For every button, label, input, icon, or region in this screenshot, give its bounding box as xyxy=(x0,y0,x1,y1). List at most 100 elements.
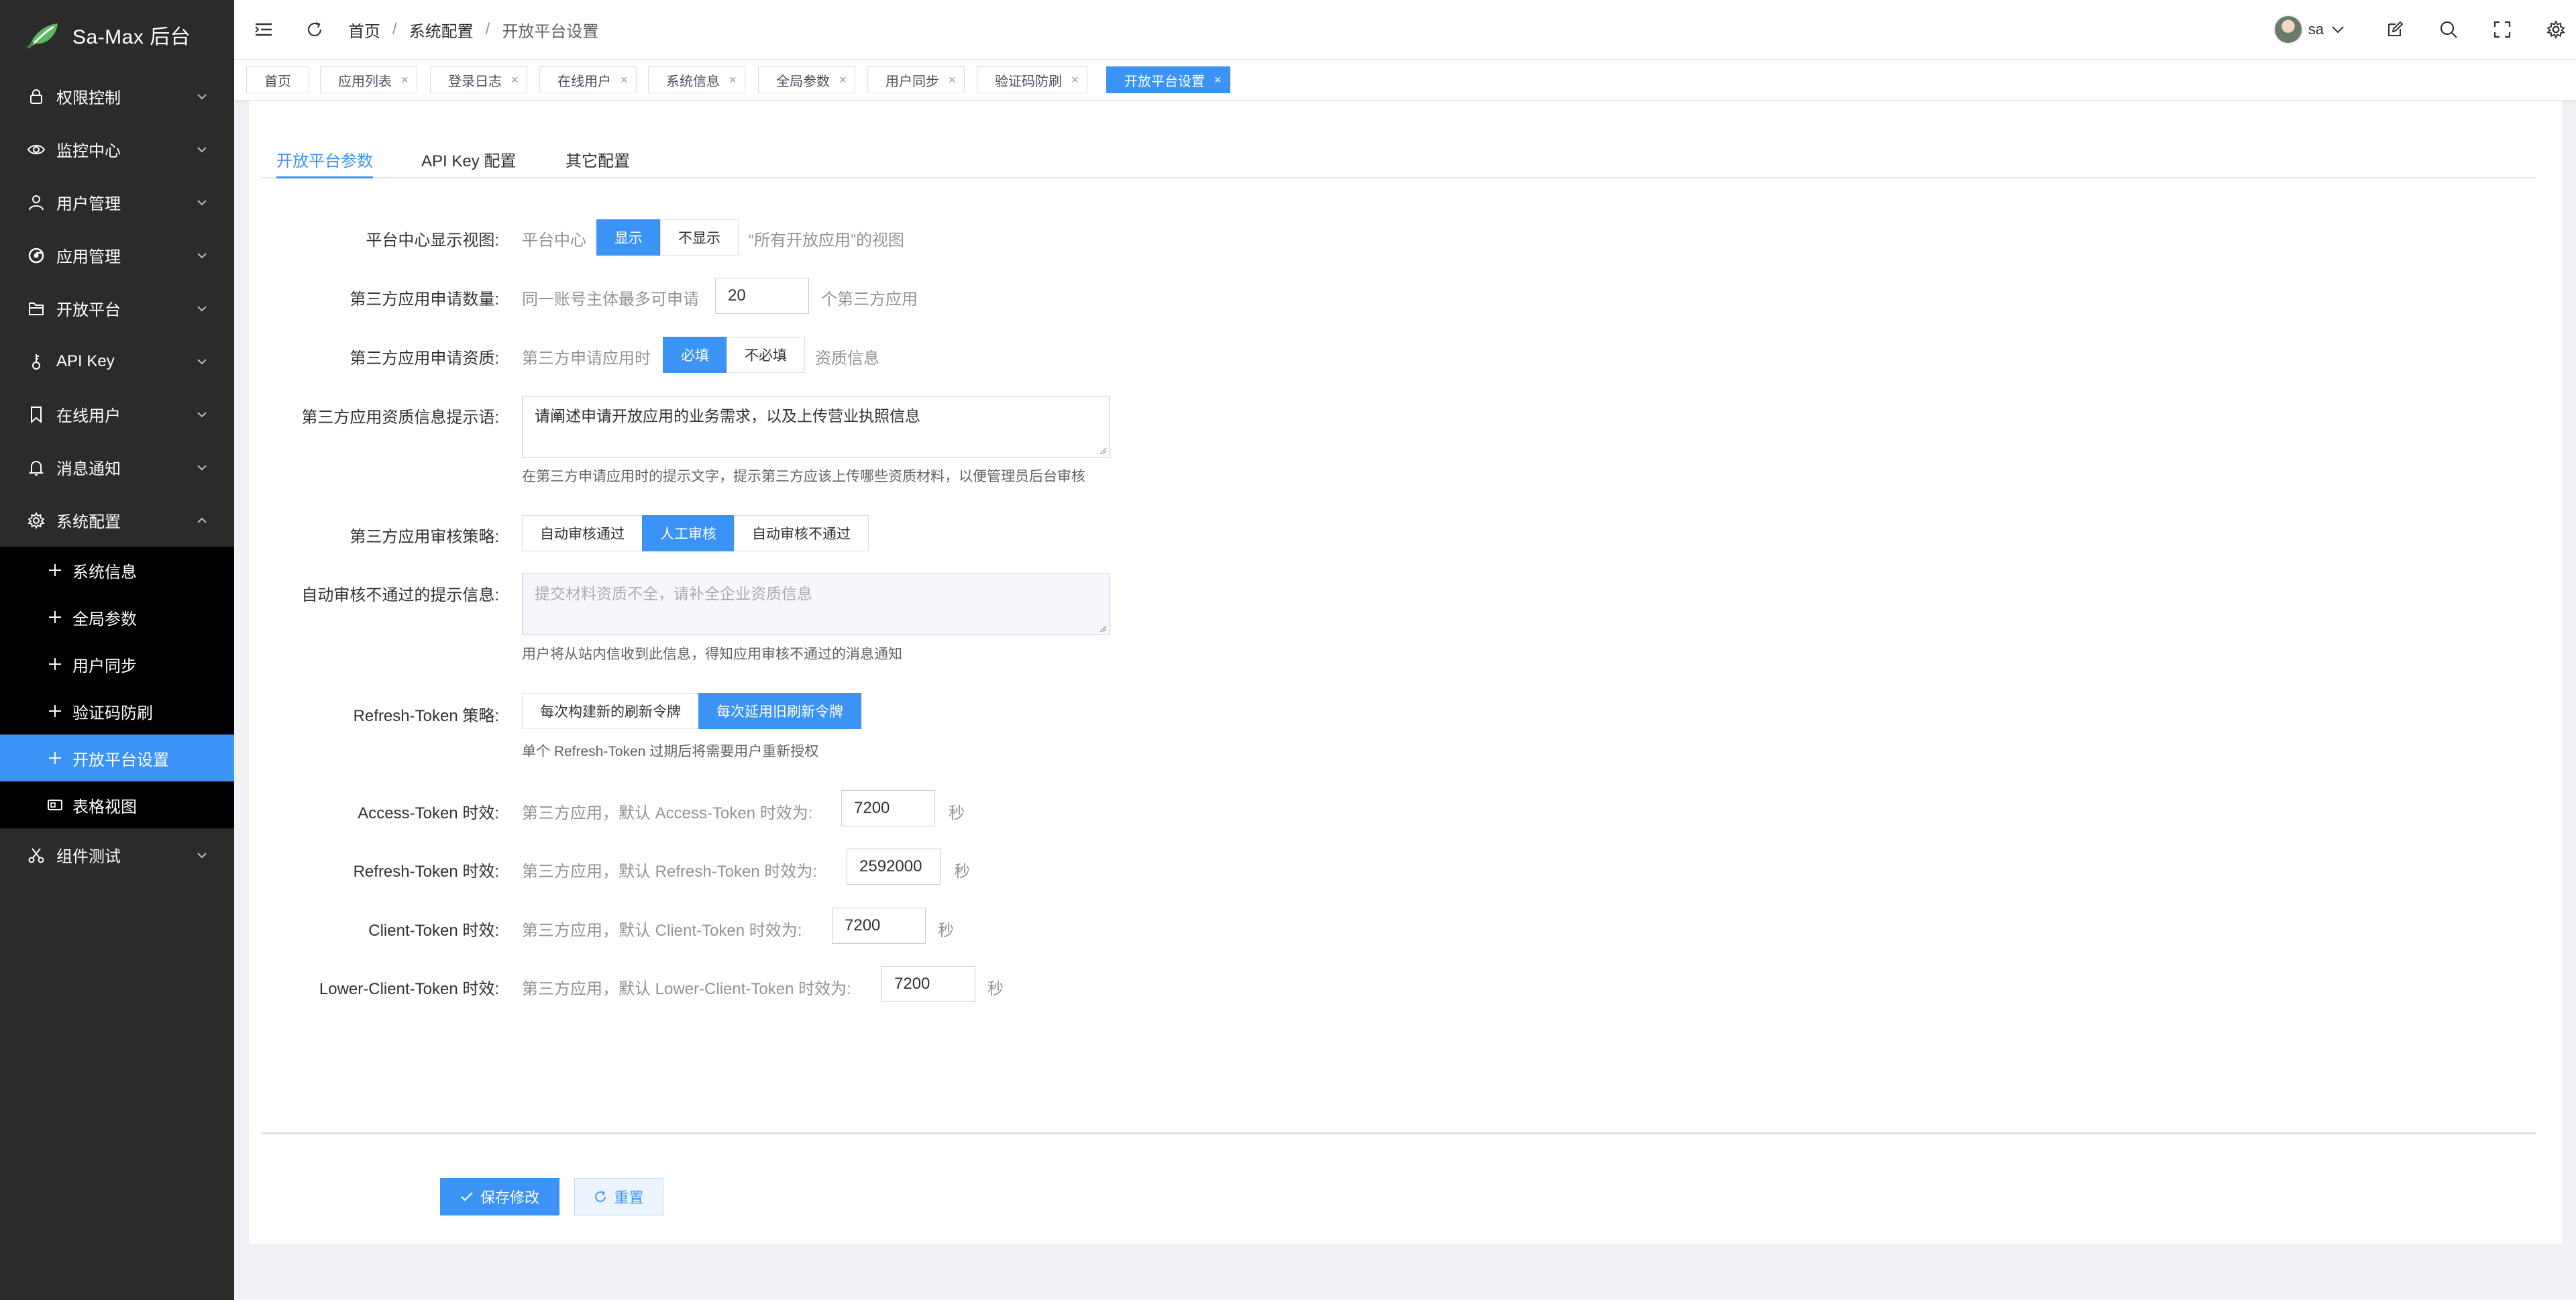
tag-home[interactable]: 首页 xyxy=(246,66,309,93)
menu-fold-icon[interactable] xyxy=(254,20,273,39)
close-icon[interactable]: × xyxy=(729,73,737,87)
sidebar-item-label: 消息通知 xyxy=(56,460,121,478)
apply-count-input[interactable]: 20 xyxy=(715,278,809,314)
tag-global-params[interactable]: 全局参数 × xyxy=(758,66,855,93)
close-icon[interactable]: × xyxy=(401,73,409,87)
access-ttl-prefix: 第三方应用，默认 Access-Token 时效为: xyxy=(522,804,813,822)
refresh-icon xyxy=(594,1190,607,1203)
close-icon[interactable]: × xyxy=(949,73,956,87)
folder-icon xyxy=(27,299,46,318)
chevron-down-icon xyxy=(197,199,207,205)
chevron-down-icon xyxy=(197,93,207,99)
reject-msg-label: 自动审核不通过的提示信息: xyxy=(301,586,499,604)
reset-button[interactable]: 重置 xyxy=(574,1178,663,1215)
reject-msg-textarea[interactable]: 提交材料资质不全，请补全企业资质信息 xyxy=(522,574,1110,635)
sidebar-subitem-open-platform-settings[interactable]: 开放平台设置 xyxy=(0,735,234,781)
sidebar-item-users[interactable]: 用户管理 xyxy=(0,176,234,229)
qualification-label: 第三方应用申请资质: xyxy=(350,349,499,368)
audit-option-auto-pass[interactable]: 自动审核通过 xyxy=(522,515,643,551)
qualification-option-required[interactable]: 必填 xyxy=(663,337,727,373)
view-option-hide[interactable]: 不显示 xyxy=(660,219,739,256)
tag-app-list[interactable]: 应用列表 × xyxy=(320,66,417,93)
qualification-toggle: 必填 不必填 xyxy=(663,337,805,373)
close-icon[interactable]: × xyxy=(839,73,847,87)
plus-icon xyxy=(47,703,63,719)
tag-system-info[interactable]: 系统信息 × xyxy=(648,66,745,93)
save-button[interactable]: 保存修改 xyxy=(440,1178,559,1215)
bookmark-icon xyxy=(27,405,46,424)
avatar xyxy=(2273,15,2303,44)
refresh-ttl-label: Refresh-Token 时效: xyxy=(353,863,499,881)
audit-option-auto-reject[interactable]: 自动审核不通过 xyxy=(734,515,869,551)
tab-api-key-config[interactable]: API Key 配置 xyxy=(421,148,516,178)
refresh-policy-option-reuse[interactable]: 每次延用旧刷新令牌 xyxy=(698,693,861,729)
resize-grip-icon[interactable] xyxy=(1099,625,1107,633)
sidebar-subitem-label: 用户同步 xyxy=(72,657,137,675)
tag-open-platform-settings[interactable]: 开放平台设置 × xyxy=(1106,66,1230,93)
resize-grip-icon[interactable] xyxy=(1099,447,1107,455)
leaf-logo-icon xyxy=(27,23,58,49)
close-icon[interactable]: × xyxy=(621,73,628,87)
tags-view: 首页 应用列表 × 登录日志 × 在线用户 × 系统信息 × 全局参数 × 用户同步 × 验… xyxy=(234,59,2576,101)
refresh-icon[interactable] xyxy=(305,20,324,39)
chevron-down-icon xyxy=(197,464,207,470)
chevron-down-icon xyxy=(197,146,207,152)
app-title: Sa-Max 后台 xyxy=(72,26,191,48)
qual-tip-value: 请阐述申请开放应用的业务需求，以及上传营业执照信息 xyxy=(535,407,920,425)
eye-icon xyxy=(27,140,46,159)
tag-label: 验证码防刷 xyxy=(995,74,1062,89)
client-ttl-prefix: 第三方应用，默认 Client-Token 时效为: xyxy=(522,922,802,940)
content-card xyxy=(249,101,2562,1244)
plus-icon xyxy=(47,562,63,578)
audit-option-manual[interactable]: 人工审核 xyxy=(642,515,735,551)
scissors-icon xyxy=(27,846,46,865)
settings-gear-icon[interactable] xyxy=(2546,20,2565,39)
qual-tip-label: 第三方应用资质信息提示语: xyxy=(301,409,499,427)
sidebar: Sa-Max 后台 权限控制 监控中心 用户管理 应用管理 开放平台 API K… xyxy=(0,0,234,1300)
qualification-prefix: 第三方申请应用时 xyxy=(522,349,651,368)
sidebar-subitem-label: 系统信息 xyxy=(72,563,137,582)
close-icon[interactable]: × xyxy=(511,73,519,87)
qual-tip-textarea[interactable]: 请阐述申请开放应用的业务需求，以及上传营业执照信息 xyxy=(522,396,1110,457)
logo[interactable]: Sa-Max 后台 xyxy=(0,0,234,70)
tab-open-platform-params[interactable]: 开放平台参数 xyxy=(276,148,373,178)
breadcrumb-system-config[interactable]: 系统配置 xyxy=(409,18,474,42)
view-option-show[interactable]: 显示 xyxy=(596,219,661,256)
tag-online-users[interactable]: 在线用户 × xyxy=(539,66,637,93)
search-icon[interactable] xyxy=(2439,20,2458,39)
client-ttl-input[interactable]: 7200 xyxy=(832,908,926,944)
access-ttl-input[interactable]: 7200 xyxy=(841,790,935,826)
user-name: sa xyxy=(2308,21,2324,38)
refresh-policy-option-new[interactable]: 每次构建新的刷新令牌 xyxy=(522,693,699,729)
sidebar-subitem-user-sync[interactable]: 用户同步 xyxy=(0,641,234,688)
edit-icon[interactable] xyxy=(2385,20,2404,39)
tag-captcha[interactable]: 验证码防刷 × xyxy=(977,66,1087,93)
tab-other-config[interactable]: 其它配置 xyxy=(566,148,630,178)
tag-user-sync[interactable]: 用户同步 × xyxy=(867,66,965,93)
top-navbar: 首页 / 系统配置 / 开放平台设置 sa xyxy=(234,0,2576,59)
check-icon xyxy=(460,1191,474,1202)
chevron-down-icon xyxy=(2332,26,2344,34)
breadcrumb-home[interactable]: 首页 xyxy=(348,18,380,42)
breadcrumb-separator: / xyxy=(392,20,397,38)
tag-login-log[interactable]: 登录日志 × xyxy=(430,66,527,93)
sidebar-item-notifications[interactable]: 消息通知 xyxy=(0,441,234,494)
qualification-suffix: 资质信息 xyxy=(815,349,879,368)
sidebar-item-monitor[interactable]: 监控中心 xyxy=(0,123,234,176)
qualification-option-optional[interactable]: 不必填 xyxy=(727,337,805,373)
sidebar-item-label: 用户管理 xyxy=(56,195,121,213)
reject-msg-placeholder: 提交材料资质不全，请补全企业资质信息 xyxy=(535,585,812,602)
save-button-label: 保存修改 xyxy=(480,1189,539,1206)
plus-icon xyxy=(47,609,63,625)
key-icon xyxy=(27,352,46,371)
lower-client-ttl-label: Lower-Client-Token 时效: xyxy=(319,980,499,998)
user-dropdown[interactable]: sa xyxy=(2273,15,2345,44)
plus-icon xyxy=(47,656,63,672)
fullscreen-icon[interactable] xyxy=(2493,20,2512,39)
refresh-ttl-input[interactable]: 2592000 xyxy=(847,849,941,885)
close-icon[interactable]: × xyxy=(1214,73,1222,87)
lower-client-ttl-input[interactable]: 7200 xyxy=(881,966,975,1002)
close-icon[interactable]: × xyxy=(1071,73,1079,87)
sidebar-item-permissions[interactable]: 权限控制 xyxy=(0,70,234,123)
tag-label: 系统信息 xyxy=(666,74,720,89)
